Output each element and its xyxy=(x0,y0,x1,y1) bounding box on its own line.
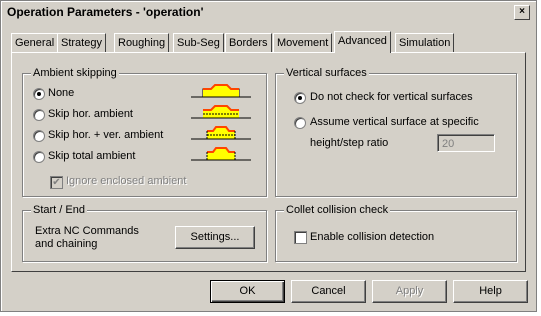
tab-general[interactable]: General xyxy=(11,33,59,52)
cancel-button[interactable]: Cancel xyxy=(291,280,366,303)
ratio-input[interactable]: 20 xyxy=(437,134,495,152)
close-icon: × xyxy=(519,6,525,17)
settings-button-label: Settings... xyxy=(190,231,240,243)
ok-label: OK xyxy=(239,285,256,297)
tab-roughing[interactable]: Roughing xyxy=(114,33,170,52)
radio-skip-total-label[interactable]: Skip total ambient xyxy=(48,150,135,163)
close-button[interactable]: × xyxy=(514,5,530,20)
ignore-enclosed-checkbox[interactable]: ✔ xyxy=(50,176,63,189)
start-end-group: Start / End Extra NC Commands and chaini… xyxy=(22,204,267,262)
tab-advanced[interactable]: Advanced xyxy=(334,31,391,53)
vertical-surfaces-title: Vertical surfaces xyxy=(284,67,369,79)
settings-button[interactable]: Settings... xyxy=(175,226,255,249)
radio-skip-hor[interactable] xyxy=(33,109,45,121)
start-end-title: Start / End xyxy=(31,204,87,216)
tab-simulation[interactable]: Simulation xyxy=(395,33,455,52)
ignore-enclosed-label[interactable]: Ignore enclosed ambient xyxy=(66,175,186,188)
radio-none[interactable] xyxy=(33,88,45,100)
radio-skip-hor-ver[interactable] xyxy=(33,130,45,142)
chaining-text: and chaining xyxy=(35,238,98,250)
window-title: Operation Parameters - 'operation' xyxy=(7,5,204,19)
radio-no-vertical-check-label[interactable]: Do not check for vertical surfaces xyxy=(310,91,473,104)
collet-collision-title: Collet collision check xyxy=(284,204,391,216)
tab-movement[interactable]: Movement xyxy=(273,33,333,52)
help-label: Help xyxy=(479,285,502,297)
collision-detection-label[interactable]: Enable collision detection xyxy=(310,231,434,244)
apply-button[interactable]: Apply xyxy=(372,280,447,303)
collision-detection-checkbox[interactable] xyxy=(294,231,307,244)
cancel-label: Cancel xyxy=(311,285,346,297)
tab-sub-seg[interactable]: Sub-Seg xyxy=(173,33,224,52)
illustration-none xyxy=(191,84,251,98)
radio-assume-vertical[interactable] xyxy=(294,117,306,129)
help-button[interactable]: Help xyxy=(453,280,528,303)
tab-strategy[interactable]: Strategy xyxy=(57,33,106,52)
vertical-surfaces-group: Vertical surfaces Do not check for verti… xyxy=(275,67,517,197)
tab-borders[interactable]: Borders xyxy=(225,33,272,52)
radio-assume-vertical-label[interactable]: Assume vertical surface at specific xyxy=(310,116,479,129)
extra-nc-text: Extra NC Commands xyxy=(35,225,139,237)
radio-skip-total[interactable] xyxy=(33,151,45,163)
checkmark-icon: ✔ xyxy=(52,177,61,188)
radio-none-label[interactable]: None xyxy=(48,87,74,100)
dialog-window: Operation Parameters - 'operation' × Gen… xyxy=(0,0,537,312)
title-bar[interactable]: Operation Parameters - 'operation' × xyxy=(3,3,534,21)
radio-skip-hor-ver-label[interactable]: Skip hor. + ver. ambient xyxy=(48,129,163,142)
radio-no-vertical-check[interactable] xyxy=(294,92,306,104)
ambient-skipping-title: Ambient skipping xyxy=(31,67,119,79)
ratio-label: height/step ratio xyxy=(310,137,389,149)
ambient-illustrations xyxy=(191,84,251,161)
advanced-panel: Ambient skipping None Skip hor. ambient … xyxy=(11,52,526,272)
radio-skip-hor-label[interactable]: Skip hor. ambient xyxy=(48,108,133,121)
collet-collision-group: Collet collision check Enable collision … xyxy=(275,204,517,262)
illustration-skip-hor-ver xyxy=(191,126,251,140)
ok-button[interactable]: OK xyxy=(210,280,285,303)
apply-label: Apply xyxy=(395,285,424,297)
ambient-skipping-group: Ambient skipping None Skip hor. ambient … xyxy=(22,67,267,197)
illustration-skip-total xyxy=(191,147,251,161)
illustration-skip-hor xyxy=(191,105,251,119)
